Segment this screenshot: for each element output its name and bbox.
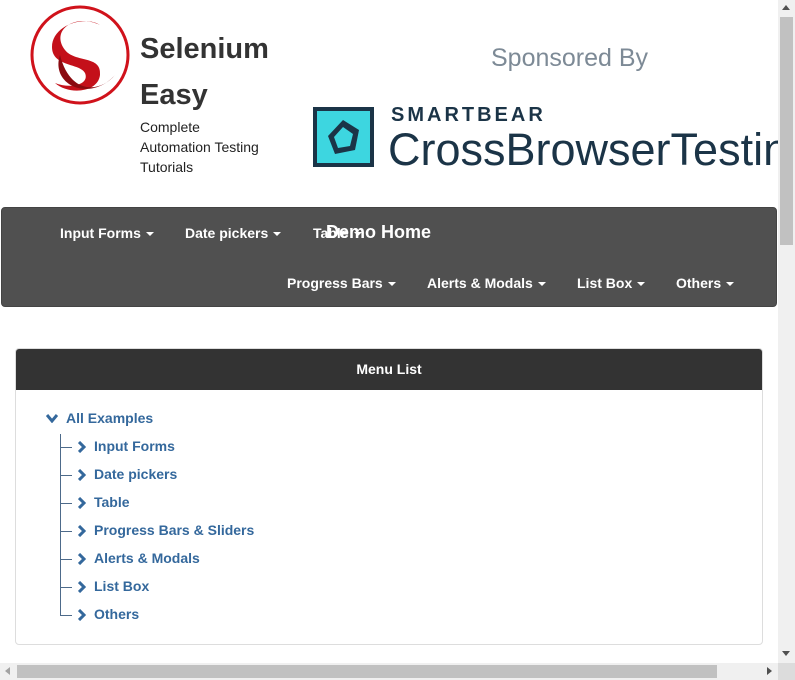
panel-heading: Menu List: [16, 349, 762, 390]
tree-item-label: Others: [94, 606, 140, 622]
menu-list-panel: Menu List All Examples Input Forms Date …: [15, 348, 763, 645]
tree-item-date-pickers[interactable]: Date pickers: [60, 466, 177, 482]
nav-progress-bars-label: Progress Bars: [287, 275, 383, 291]
chevron-right-icon: [78, 553, 86, 566]
tree-root-label: All Examples: [66, 410, 154, 426]
chevron-right-icon: [78, 441, 86, 454]
page: Selenium Easy Complete Automation Testin…: [0, 0, 795, 680]
tree-item-alerts-modals[interactable]: Alerts & Modals: [60, 550, 200, 566]
chevron-down-icon: [46, 414, 58, 423]
tree-tick: [60, 474, 72, 476]
nav-others[interactable]: Others: [676, 275, 735, 291]
tree-item-label: Progress Bars & Sliders: [94, 522, 255, 538]
chevron-right-icon: [78, 469, 86, 482]
scroll-up-arrow-icon[interactable]: [782, 5, 790, 10]
caret-down-icon: [145, 232, 154, 237]
chevron-right-icon: [78, 497, 86, 510]
tree-item-label: Input Forms: [94, 438, 175, 454]
tree-tick: [60, 530, 72, 532]
nav-input-forms-label: Input Forms: [60, 225, 141, 241]
horizontal-scrollbar[interactable]: [0, 663, 778, 680]
tree-item-label: Table: [94, 494, 130, 510]
site-subtitle-line2: Automation Testing: [140, 139, 259, 155]
nav-others-label: Others: [676, 275, 722, 291]
nav-date-pickers[interactable]: Date pickers: [185, 225, 282, 241]
tree-root-all-examples[interactable]: All Examples: [46, 410, 153, 426]
chevron-right-icon: [78, 581, 86, 594]
site-subtitle-line1: Complete: [140, 119, 200, 135]
tree-item-others[interactable]: Others: [60, 606, 139, 622]
main-navbar: Input Forms Date pickers Table Demo Home…: [1, 207, 777, 307]
nav-input-forms[interactable]: Input Forms: [60, 225, 154, 241]
nav-list-box[interactable]: List Box: [577, 275, 646, 291]
tree-item-input-forms[interactable]: Input Forms: [60, 438, 175, 454]
site-subtitle-line3: Tutorials: [140, 159, 194, 175]
horizontal-scroll-thumb[interactable]: [17, 665, 717, 678]
scroll-down-arrow-icon[interactable]: [782, 651, 790, 656]
chevron-right-icon: [78, 609, 86, 622]
tree-tick: [60, 614, 72, 616]
site-subtitle: Complete Automation Testing Tutorials: [140, 117, 259, 177]
tree-tick: [60, 586, 72, 588]
nav-alerts-modals-label: Alerts & Modals: [427, 275, 533, 291]
nav-list-box-label: List Box: [577, 275, 633, 291]
scrollbar-corner: [778, 663, 795, 680]
smartbear-logo-icon[interactable]: [312, 106, 375, 168]
site-title-line1: Selenium: [140, 33, 269, 65]
chevron-right-icon: [78, 525, 86, 538]
site-title: Selenium Easy: [140, 26, 269, 118]
tree-item-table[interactable]: Table: [60, 494, 130, 510]
nav-date-pickers-label: Date pickers: [185, 225, 269, 241]
scroll-right-arrow-icon[interactable]: [767, 667, 772, 675]
caret-down-icon: [387, 282, 396, 287]
tree-item-label: Date pickers: [94, 466, 178, 482]
tree-item-label: Alerts & Modals: [94, 550, 200, 566]
caret-down-icon: [637, 282, 646, 287]
selenium-easy-logo[interactable]: [30, 5, 130, 105]
demo-home-link[interactable]: Demo Home: [326, 222, 431, 243]
tree-item-progress-bars-sliders[interactable]: Progress Bars & Sliders: [60, 522, 254, 538]
tree-item-list-box[interactable]: List Box: [60, 578, 149, 594]
tree-item-label: List Box: [94, 578, 150, 594]
caret-down-icon: [273, 232, 282, 237]
tree-tick: [60, 446, 72, 448]
caret-down-icon: [726, 282, 735, 287]
caret-down-icon: [537, 282, 546, 287]
site-title-line2: Easy: [140, 79, 208, 111]
nav-progress-bars[interactable]: Progress Bars: [287, 275, 396, 291]
vertical-scrollbar[interactable]: [778, 0, 795, 663]
sponsored-by-label: Sponsored By: [491, 44, 649, 72]
scroll-left-arrow-icon[interactable]: [5, 667, 10, 675]
sponsor-product[interactable]: CrossBrowserTesting: [388, 124, 778, 176]
vertical-scroll-thumb[interactable]: [780, 17, 793, 245]
tree-tick: [60, 558, 72, 560]
nav-alerts-modals[interactable]: Alerts & Modals: [427, 275, 546, 291]
tree-tick: [60, 502, 72, 504]
